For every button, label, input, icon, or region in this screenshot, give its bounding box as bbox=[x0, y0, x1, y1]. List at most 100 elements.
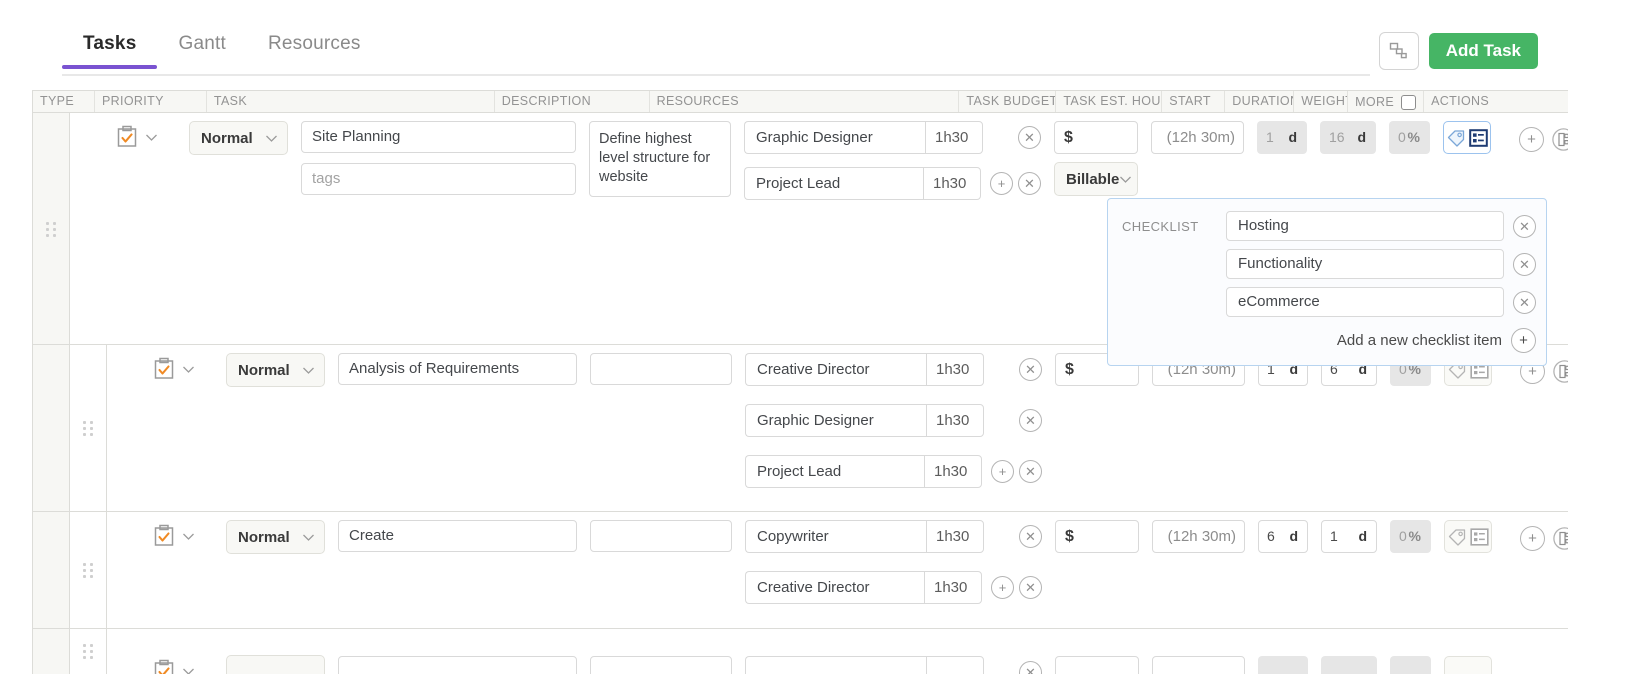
resource-name-input[interactable]: Graphic Designer bbox=[744, 121, 925, 154]
task-description-input[interactable] bbox=[590, 656, 732, 674]
remove-resource-icon[interactable]: ✕ bbox=[1019, 409, 1042, 432]
drag-handle-icon[interactable] bbox=[83, 644, 93, 659]
priority-select[interactable]: Normal bbox=[226, 520, 325, 554]
remove-resource-icon[interactable]: ✕ bbox=[1019, 460, 1042, 483]
add-resource-icon[interactable]: + bbox=[991, 576, 1014, 599]
task-budget-input[interactable] bbox=[1055, 656, 1139, 674]
resource-name-input[interactable]: Creative Director bbox=[745, 353, 926, 386]
col-header-more[interactable]: MORE bbox=[1348, 91, 1425, 112]
col-header-start[interactable]: START bbox=[1162, 91, 1226, 112]
clipboard-check-icon[interactable] bbox=[116, 125, 138, 149]
priority-select[interactable] bbox=[226, 655, 325, 674]
task-budget-input[interactable]: $ bbox=[1055, 520, 1139, 553]
task-budget-input[interactable]: $ bbox=[1054, 121, 1138, 154]
start-input[interactable]: 1 d bbox=[1257, 121, 1307, 154]
remove-checklist-item-icon[interactable]: ✕ bbox=[1513, 214, 1536, 238]
add-row-icon[interactable]: + bbox=[1520, 526, 1545, 551]
resource-hours-input[interactable]: 1h30 bbox=[923, 167, 981, 200]
checklist-item-input[interactable]: Hosting bbox=[1226, 211, 1504, 241]
weight-input[interactable]: 0 % bbox=[1389, 121, 1430, 154]
resource-hours-input[interactable]: 1h30 bbox=[926, 404, 984, 437]
task-est-hours-input[interactable] bbox=[1152, 656, 1245, 674]
drag-handle-icon[interactable] bbox=[83, 563, 93, 578]
clipboard-check-icon[interactable] bbox=[153, 357, 175, 381]
add-resource-icon[interactable]: + bbox=[990, 172, 1013, 195]
col-header-resources[interactable]: RESOURCES bbox=[650, 91, 960, 112]
task-description-input[interactable] bbox=[590, 520, 732, 552]
col-header-description[interactable]: DESCRIPTION bbox=[495, 91, 650, 112]
remove-resource-icon[interactable]: ✕ bbox=[1019, 576, 1042, 599]
task-name-input[interactable]: Analysis of Requirements bbox=[338, 353, 577, 385]
resource-name-input[interactable]: Graphic Designer bbox=[745, 404, 926, 437]
task-tags-input[interactable]: tags bbox=[301, 163, 576, 195]
layout-toggle-button[interactable] bbox=[1378, 32, 1419, 70]
weight-input[interactable] bbox=[1390, 656, 1431, 674]
col-header-priority[interactable]: PRIORITY bbox=[95, 91, 207, 112]
remove-resource-icon[interactable]: ✕ bbox=[1019, 358, 1042, 381]
type-chevron-down-icon[interactable] bbox=[145, 133, 158, 142]
clipboard-check-icon[interactable] bbox=[153, 524, 175, 548]
add-row-icon[interactable]: + bbox=[1519, 127, 1544, 152]
resource-name-input[interactable]: Creative Director bbox=[745, 571, 924, 604]
remove-resource-icon[interactable]: ✕ bbox=[1019, 525, 1042, 548]
resource-hours-input[interactable]: 1h30 bbox=[924, 571, 982, 604]
weight-input[interactable]: 0 % bbox=[1390, 520, 1431, 553]
remove-checklist-item-icon[interactable]: ✕ bbox=[1513, 290, 1536, 314]
add-resource-icon[interactable]: + bbox=[991, 460, 1014, 483]
tab-tasks[interactable]: Tasks bbox=[62, 33, 158, 69]
resource-hours-input[interactable]: 1h30 bbox=[925, 121, 983, 154]
row-drag-gutter[interactable] bbox=[70, 512, 107, 628]
duration-input[interactable] bbox=[1321, 656, 1377, 674]
type-chevron-down-icon[interactable] bbox=[182, 365, 195, 374]
more-checkbox[interactable] bbox=[1401, 94, 1417, 110]
add-task-button[interactable]: Add Task bbox=[1428, 33, 1538, 69]
col-header-task-est-hours[interactable]: TASK EST. HOURS bbox=[1056, 91, 1163, 112]
add-checklist-item-row[interactable]: Add a new checklist item + bbox=[1122, 328, 1546, 353]
more-toggle-button[interactable] bbox=[1443, 121, 1491, 154]
duration-input[interactable]: 16 d bbox=[1320, 121, 1376, 154]
duration-input[interactable]: 1 d bbox=[1321, 520, 1377, 553]
type-chevron-down-icon[interactable] bbox=[182, 532, 195, 541]
col-header-weight[interactable]: WEIGHT bbox=[1294, 91, 1349, 112]
resource-name-input[interactable]: Project Lead bbox=[745, 455, 924, 488]
drag-handle-icon[interactable] bbox=[46, 221, 56, 237]
resource-hours-input[interactable] bbox=[926, 656, 984, 674]
drag-handle-icon[interactable] bbox=[83, 421, 93, 436]
billable-select[interactable]: Billable bbox=[1054, 162, 1138, 196]
task-name-input[interactable] bbox=[338, 656, 577, 674]
add-checklist-item-icon[interactable]: + bbox=[1511, 328, 1536, 353]
task-description-input[interactable]: Define highest level structure for websi… bbox=[589, 121, 731, 197]
task-est-hours-input[interactable]: (12h 30m) bbox=[1151, 121, 1244, 154]
checklist-item-input[interactable]: eCommerce bbox=[1226, 287, 1504, 317]
resource-hours-input[interactable]: 1h30 bbox=[926, 520, 984, 553]
remove-resource-icon[interactable]: ✕ bbox=[1019, 661, 1042, 674]
task-name-input[interactable]: Create bbox=[338, 520, 577, 552]
priority-select[interactable]: Normal bbox=[226, 353, 325, 387]
col-header-task[interactable]: TASK bbox=[207, 91, 495, 112]
row-drag-gutter[interactable] bbox=[33, 113, 70, 344]
resource-name-input[interactable]: Copywriter bbox=[745, 520, 926, 553]
row-drag-gutter[interactable] bbox=[70, 345, 107, 511]
priority-select[interactable]: Normal bbox=[189, 121, 288, 155]
task-description-input[interactable] bbox=[590, 353, 732, 385]
resource-name-input[interactable] bbox=[745, 656, 926, 674]
col-header-actions[interactable]: ACTIONS bbox=[1424, 91, 1568, 112]
more-toggle-button[interactable] bbox=[1444, 656, 1492, 674]
tab-resources[interactable]: Resources bbox=[247, 33, 382, 69]
tab-gantt[interactable]: Gantt bbox=[157, 33, 246, 69]
task-name-input[interactable]: Site Planning bbox=[301, 121, 576, 153]
task-est-hours-input[interactable]: (12h 30m) bbox=[1152, 520, 1245, 553]
start-input[interactable]: 6 d bbox=[1258, 520, 1308, 553]
clipboard-check-icon[interactable] bbox=[153, 659, 175, 674]
row-drag-gutter[interactable] bbox=[70, 629, 107, 674]
resource-hours-input[interactable]: 1h30 bbox=[924, 455, 982, 488]
col-header-duration[interactable]: DURATION bbox=[1225, 91, 1295, 112]
type-chevron-down-icon[interactable] bbox=[182, 667, 195, 674]
start-input[interactable] bbox=[1258, 656, 1308, 674]
remove-checklist-item-icon[interactable]: ✕ bbox=[1513, 252, 1536, 276]
remove-resource-icon[interactable]: ✕ bbox=[1018, 172, 1041, 195]
remove-resource-icon[interactable]: ✕ bbox=[1018, 126, 1041, 149]
resource-name-input[interactable]: Project Lead bbox=[744, 167, 923, 200]
resource-hours-input[interactable]: 1h30 bbox=[926, 353, 984, 386]
more-toggle-button[interactable] bbox=[1444, 520, 1492, 553]
